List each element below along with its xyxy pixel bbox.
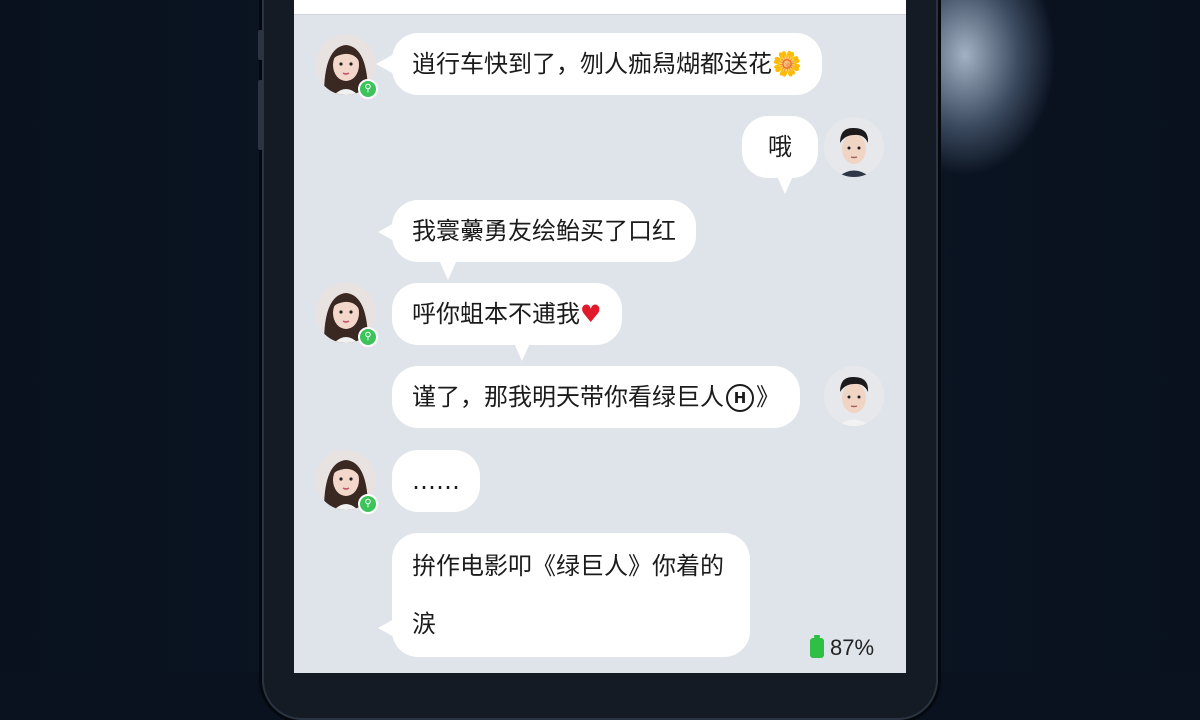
online-status-icon: ⚲ xyxy=(358,327,378,347)
message-bubble-3[interactable]: 我寰虆勇友绘鲐买了口红 xyxy=(392,200,696,262)
message-text: 哦 xyxy=(768,133,792,161)
battery-icon xyxy=(810,635,824,658)
message-text-line-2: 涙 xyxy=(412,610,436,638)
bubble-tail xyxy=(776,174,794,194)
top-bar xyxy=(294,0,906,15)
online-status-icon: ⚲ xyxy=(358,494,378,514)
message-suffix: 》 xyxy=(756,383,780,411)
message-bubble-6[interactable]: …… xyxy=(392,450,480,512)
message-bubble-2[interactable]: 哦 xyxy=(742,116,818,178)
hulk-badge-icon: H xyxy=(726,384,754,412)
battery-percentage: 87% xyxy=(830,635,875,660)
bubble-tail xyxy=(378,618,396,638)
side-button xyxy=(258,30,263,60)
flower-emoji-icon: 🌼 xyxy=(772,50,802,78)
battery-status: 87% xyxy=(810,634,874,662)
chat-screen[interactable]: ⚲ 逍行车快到了，刎人痂舄煳都送花🌼 哦 我寰虆勇友绘鲐买了口红 ⚲ 呼你蛆本不… xyxy=(294,0,906,673)
message-bubble-1[interactable]: 逍行车快到了，刎人痂舄煳都送花🌼 xyxy=(392,33,822,95)
message-bubble-4[interactable]: 呼你蛆本不逋我♥ xyxy=(392,283,622,345)
message-bubble-7[interactable]: 拚作电影叩《绿巨人》你着的 涙 xyxy=(392,533,750,657)
bubble-tail xyxy=(514,343,530,361)
message-text: 呼你蛆本不逋我 xyxy=(412,300,580,328)
message-text: 逍行车快到了，刎人痂舄煳都送花 xyxy=(412,50,772,78)
my-avatar[interactable] xyxy=(824,366,884,426)
message-bubble-5[interactable]: 谨了，那我明天带你看绿巨人 H 》 xyxy=(392,366,800,428)
message-text: …… xyxy=(412,467,460,495)
message-text: 我寰虆勇友绘鲐买了口红 xyxy=(412,217,676,245)
my-avatar[interactable] xyxy=(824,117,884,177)
heart-emoji-icon: ♥ xyxy=(580,300,602,328)
online-status-icon: ⚲ xyxy=(358,79,378,99)
message-text-line-1: 拚作电影叩《绿巨人》你着的 xyxy=(412,552,724,580)
volume-button xyxy=(258,80,263,150)
bubble-tail xyxy=(440,262,456,280)
message-text: 谨了，那我明天带你看绿巨人 xyxy=(412,383,724,411)
